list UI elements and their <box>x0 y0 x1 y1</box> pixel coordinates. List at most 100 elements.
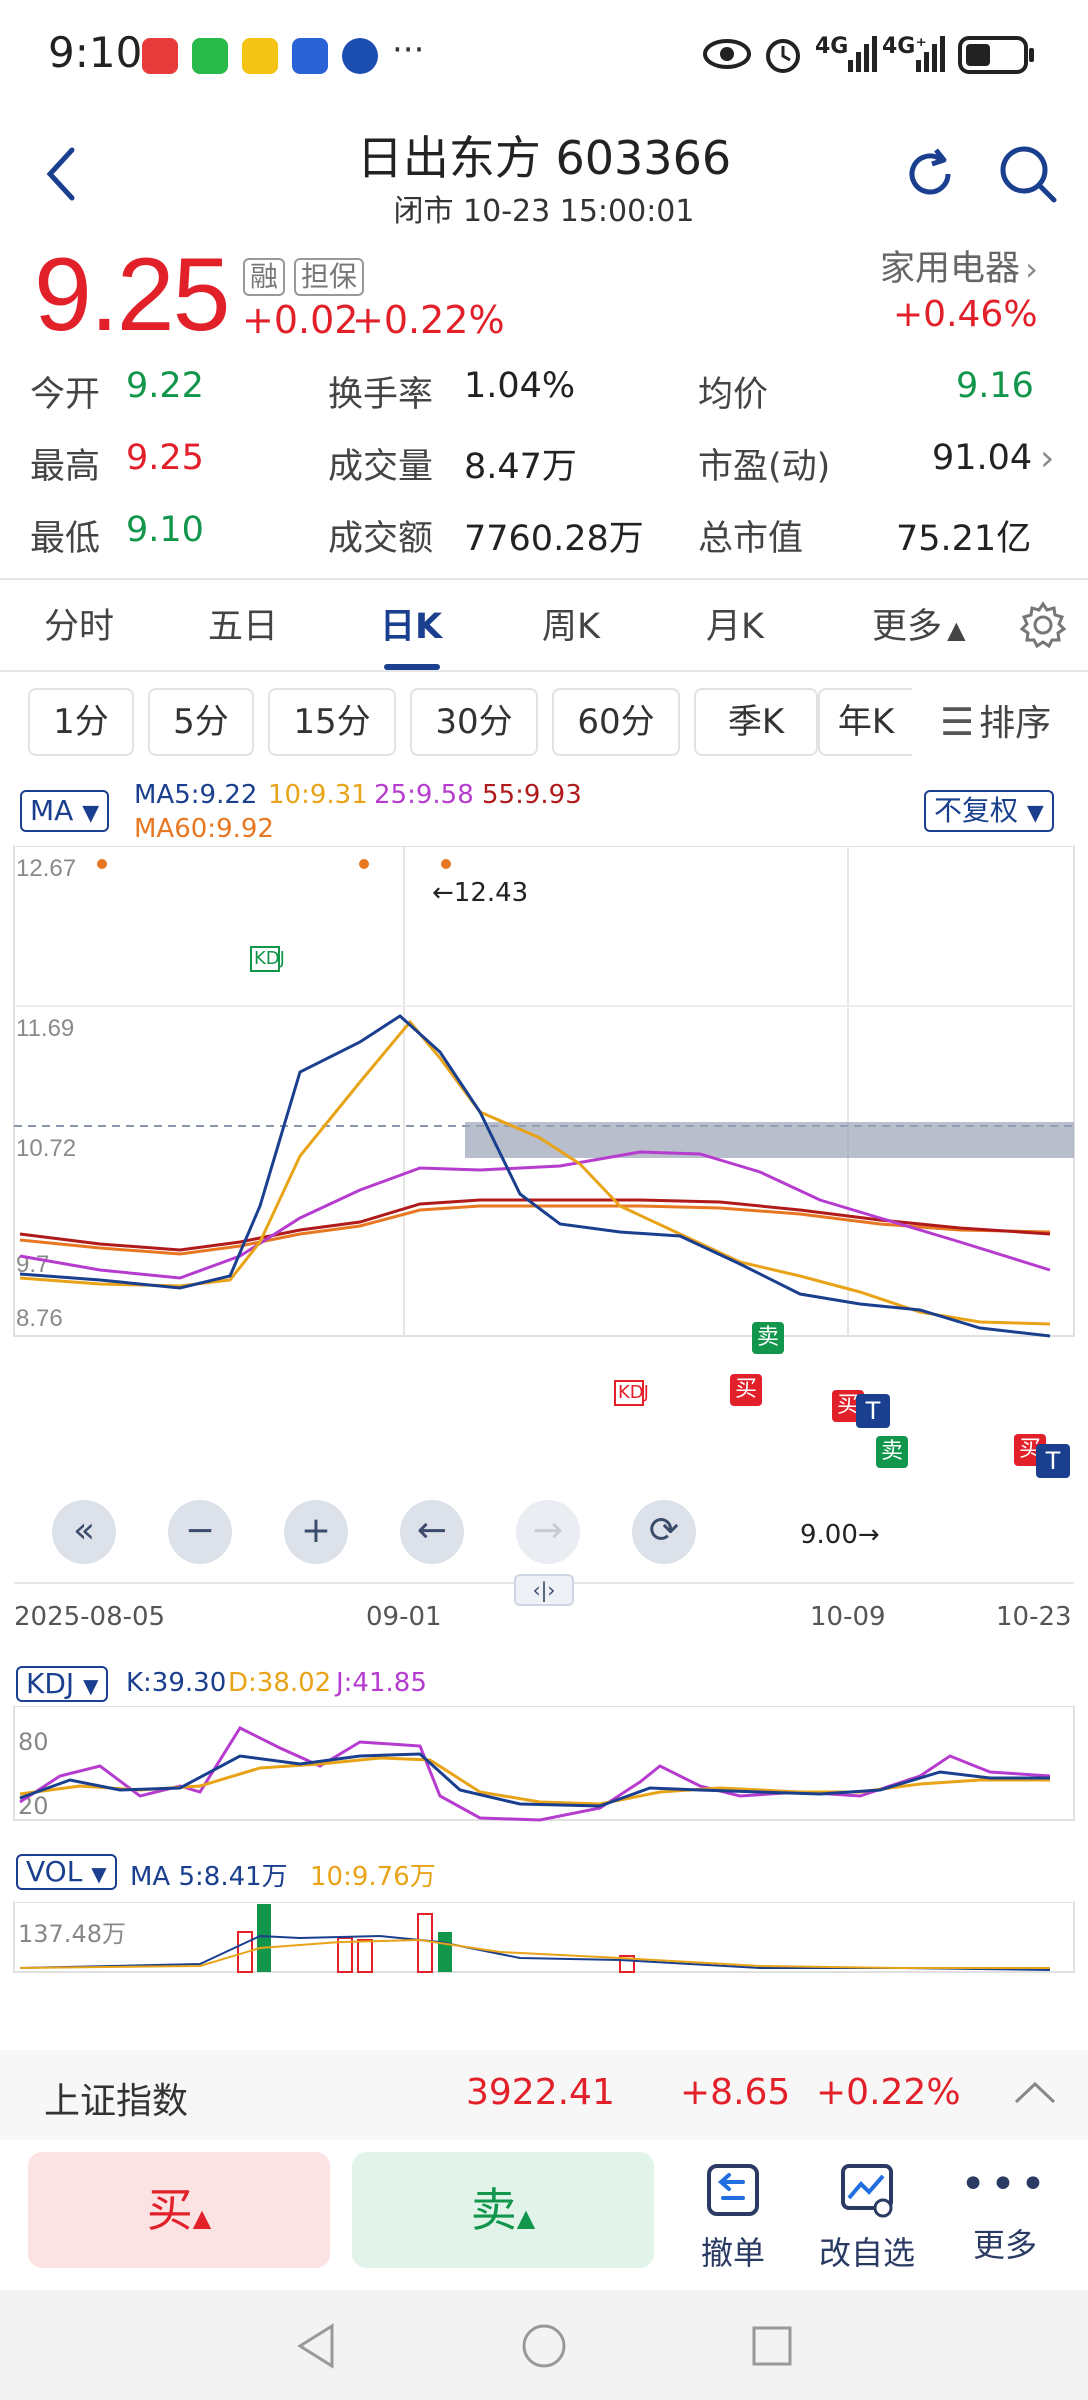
sell-signal[interactable]: 卖 <box>876 1436 908 1468</box>
vol-ma5-value: MA 5:8.41万 <box>130 1862 288 1892</box>
event-marker[interactable] <box>441 859 451 869</box>
volume-bar <box>417 1913 433 1973</box>
buy-button[interactable]: 买▲ <box>28 2152 330 2268</box>
current-price: 9.25 <box>34 237 230 353</box>
triangle-up-icon: ▲ <box>947 616 966 644</box>
subtab-quarter-k[interactable]: 季K <box>694 688 818 756</box>
guarantee-tag: 担保 <box>294 258 365 296</box>
edit-watchlist-button[interactable]: 改自选 <box>812 2160 922 2274</box>
stat-label: 总市值 <box>698 519 804 559</box>
event-marker[interactable] <box>359 859 369 869</box>
stat-label: 最低 <box>30 519 101 559</box>
kdj-signal-marker[interactable]: KDJ <box>250 946 285 972</box>
tab-weekly-k[interactable]: 周K <box>542 598 600 649</box>
ma5-value: MA5:9.22 <box>134 780 258 810</box>
kdj-d-line <box>19 1756 1050 1806</box>
y-axis-label: 10.72 <box>16 1135 76 1162</box>
sell-button-label: 卖 <box>470 2183 517 2237</box>
index-ticker-bar[interactable]: 上证指数 3922.41 +8.65 +0.22% <box>0 2050 1088 2140</box>
ma25-value: 25:9.58 <box>374 780 474 810</box>
ma-selector-label: MA <box>30 794 74 827</box>
y-axis-label: 12.67 <box>16 855 76 882</box>
ma5-line <box>19 1014 1051 1338</box>
stat-label: 最高 <box>30 447 101 487</box>
huawei-app-icon <box>142 38 178 74</box>
double-left-icon[interactable]: « <box>52 1500 116 1564</box>
chevron-right-icon[interactable]: › <box>1040 438 1054 479</box>
chevron-right-icon: › <box>1025 250 1038 288</box>
more-dots-icon: ••• <box>960 2159 1050 2210</box>
drag-handle-icon[interactable]: ‹|› <box>514 1574 574 1606</box>
cancel-order-button[interactable]: 撤单 <box>678 2160 788 2274</box>
tab-more[interactable]: 更多 ▲ <box>872 598 966 649</box>
y-axis-label: 8.76 <box>16 1305 63 1332</box>
nav-back-icon[interactable] <box>294 2322 338 2370</box>
subtab-1min[interactable]: 1分 <box>28 688 134 756</box>
sell-signal[interactable]: 卖 <box>752 1322 784 1354</box>
stats-grid: 今开 9.22 换手率 1.04% 均价 9.16 最高 9.25 成交量 8.… <box>0 360 1088 560</box>
index-change: +8.65 <box>680 2072 791 2113</box>
zoom-out-icon[interactable]: − <box>168 1500 232 1564</box>
eye-icon <box>703 39 751 69</box>
sort-button[interactable]: ☰ 排序 <box>940 694 1051 746</box>
subtab-30min[interactable]: 30分 <box>410 688 538 756</box>
vol-panel-frame <box>13 1902 1075 1973</box>
subtab-5min[interactable]: 5分 <box>148 688 254 756</box>
rotate-screen-icon[interactable]: ⟳ <box>632 1500 696 1564</box>
margin-tag: 融 <box>243 258 286 296</box>
buy-signal[interactable]: 买 <box>730 1374 762 1406</box>
high-price-label: ←12.43 <box>432 878 529 908</box>
more-label: 更多 <box>972 2226 1037 2264</box>
nav-home-icon[interactable] <box>520 2322 568 2370</box>
divider <box>0 670 1088 672</box>
sector-change: +0.46% <box>893 294 1038 335</box>
adjust-selector[interactable]: 不复权 ▼ <box>924 790 1054 832</box>
stat-value-high: 9.25 <box>126 438 204 478</box>
subtab-year-k[interactable]: 年K <box>818 688 912 756</box>
vol-selector-label: VOL <box>26 1855 83 1888</box>
search-icon[interactable] <box>996 142 1060 206</box>
tab-more-label: 更多 <box>872 607 943 647</box>
kline-chart-area[interactable]: MA ▼ MA5:9.22 10:9.31 25:9.58 55:9.93 MA… <box>0 776 1088 2046</box>
stat-value-avg: 9.16 <box>956 366 1034 406</box>
app-icon-blue <box>292 38 328 74</box>
index-name: 上证指数 <box>44 2081 189 2122</box>
zoom-in-icon[interactable]: + <box>284 1500 348 1564</box>
tab-daily-k[interactable]: 日K <box>380 598 442 649</box>
refresh-icon[interactable] <box>900 144 960 204</box>
subtab-60min[interactable]: 60分 <box>552 688 680 756</box>
t-signal[interactable]: T <box>856 1394 890 1428</box>
price-change-pct: +0.22% <box>352 298 505 342</box>
kdj-signal-marker[interactable]: KDJ <box>614 1380 649 1406</box>
tab-five-day[interactable]: 五日 <box>208 598 278 649</box>
cancel-order-label: 撤单 <box>700 2234 765 2272</box>
arrow-left-icon[interactable]: ← <box>400 1500 464 1564</box>
stat-value-pe[interactable]: 91.04 <box>932 438 1032 478</box>
t-signal[interactable]: T <box>1036 1444 1070 1478</box>
vol-svg <box>13 1902 1075 1973</box>
ma-selector[interactable]: MA ▼ <box>20 790 110 832</box>
event-marker[interactable] <box>97 859 107 869</box>
sell-button[interactable]: 卖▲ <box>352 2152 654 2268</box>
triangle-down-icon: ▼ <box>83 1674 99 1698</box>
x-axis-date: 10-09 <box>810 1602 886 1632</box>
stat-value-volume: 8.47万 <box>464 447 577 487</box>
kdj-j-value: J:41.85 <box>336 1668 427 1698</box>
kdj-selector[interactable]: KDJ ▼ <box>16 1666 109 1702</box>
more-button[interactable]: ••• 更多 <box>950 2160 1060 2266</box>
cancel-order-icon <box>707 2164 759 2216</box>
triangle-up-icon: ▲ <box>516 2204 536 2232</box>
chevron-up-icon[interactable] <box>1012 2078 1058 2108</box>
stat-value-low: 9.10 <box>126 510 204 550</box>
triangle-down-icon: ▼ <box>91 1862 107 1886</box>
volume-bar <box>438 1932 452 1972</box>
tab-monthly-k[interactable]: 月K <box>706 598 764 649</box>
vol-selector[interactable]: VOL ▼ <box>16 1854 117 1890</box>
nav-recents-icon[interactable] <box>750 2324 794 2368</box>
tab-intraday[interactable]: 分时 <box>44 598 114 649</box>
ma60-value: MA60:9.92 <box>134 814 274 844</box>
settings-gear-icon[interactable] <box>1018 600 1068 650</box>
sector-link[interactable]: 家用电器 › <box>880 240 1038 291</box>
subtab-15min[interactable]: 15分 <box>268 688 396 756</box>
kdj-j-line <box>19 1726 1051 1822</box>
